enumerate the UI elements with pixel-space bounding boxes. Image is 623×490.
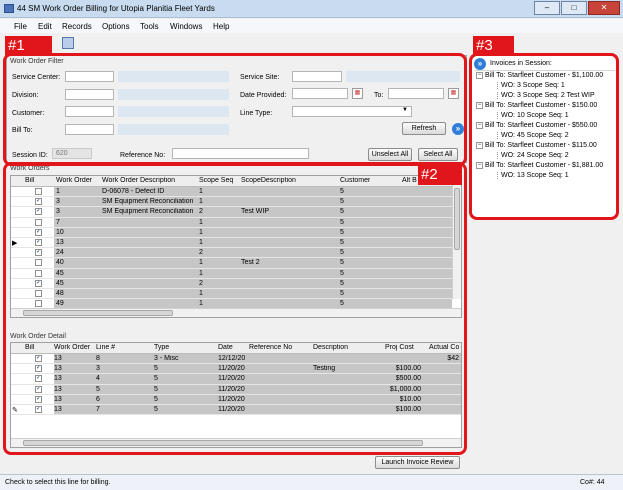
annotation-tag-3: #3	[473, 36, 514, 56]
menu-windows[interactable]: Windows	[170, 22, 202, 31]
menu-file[interactable]: File	[14, 22, 27, 31]
company-number: Co#: 44	[580, 479, 605, 486]
annotation-box-3	[469, 53, 619, 220]
menu-tools[interactable]: Tools	[140, 22, 159, 31]
status-message: Check to select this line for billing.	[5, 479, 111, 486]
maximize-button[interactable]: □	[561, 1, 587, 15]
annotation-box-1	[3, 53, 467, 166]
app-icon	[4, 4, 14, 13]
annotation-tag-2: #2	[418, 165, 462, 185]
toolbar	[0, 34, 623, 54]
menu-records[interactable]: Records	[62, 22, 92, 31]
calendar-icon[interactable]	[62, 37, 74, 49]
annotation-tag-1: #1	[5, 36, 52, 56]
menu-options[interactable]: Options	[102, 22, 130, 31]
title-bar: 44 SM Work Order Billing for Utopia Plan…	[0, 0, 623, 18]
window-title: 44 SM Work Order Billing for Utopia Plan…	[17, 4, 215, 13]
menu-help[interactable]: Help	[213, 22, 229, 31]
menu-edit[interactable]: Edit	[38, 22, 52, 31]
close-button[interactable]: ✕	[588, 1, 620, 15]
launch-invoice-review-button[interactable]: Launch Invoice Review	[375, 456, 460, 469]
minimize-button[interactable]: –	[534, 1, 560, 15]
annotation-box-2	[3, 162, 467, 455]
menu-bar: File Edit Records Options Tools Windows …	[0, 19, 623, 33]
status-bar: Check to select this line for billing. C…	[0, 474, 623, 490]
